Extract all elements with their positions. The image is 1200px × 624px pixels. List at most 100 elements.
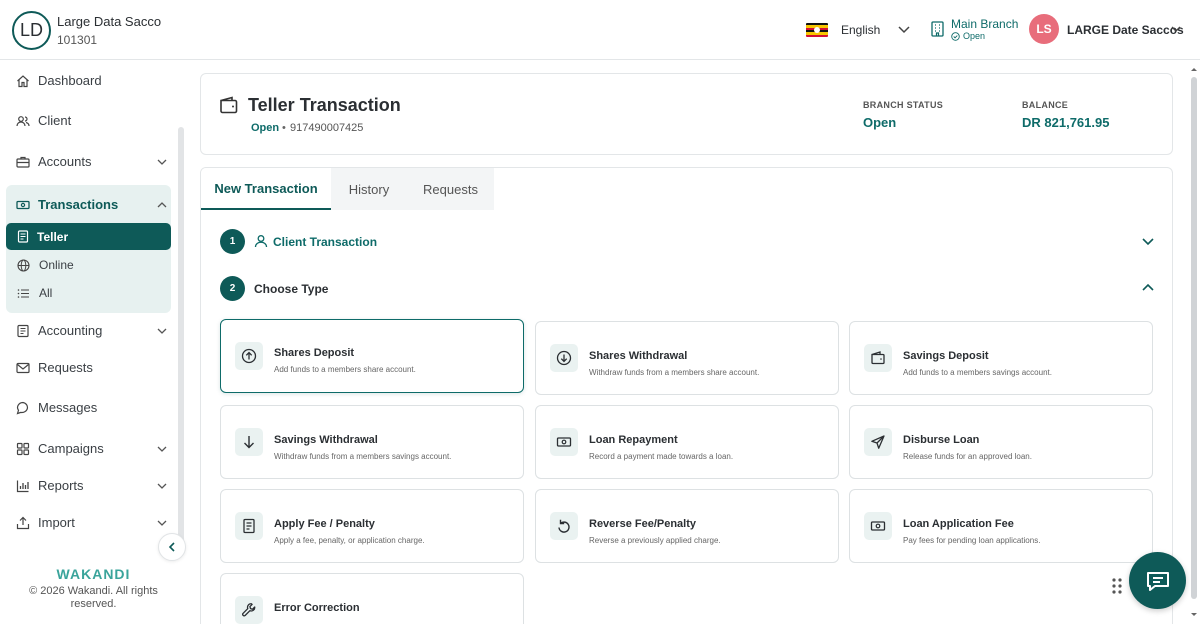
org-name: Large Data Sacco xyxy=(57,14,162,29)
sidebar-item-transactions[interactable]: Transactions xyxy=(16,197,168,212)
step-1-title[interactable]: Client Transaction xyxy=(273,235,377,249)
chevron-down-icon[interactable] xyxy=(897,22,911,36)
briefcase-icon xyxy=(16,155,30,169)
chevron-up-icon xyxy=(156,199,168,211)
type-shares-withdrawal[interactable]: Shares Withdrawal Withdraw funds from a … xyxy=(535,321,839,395)
balance-label: BALANCE xyxy=(1022,100,1069,110)
tile-title: Loan Application Fee xyxy=(903,518,1014,530)
type-disburse-loan[interactable]: Disburse Loan Release funds for an appro… xyxy=(849,405,1153,479)
sidebar-item-client[interactable]: Client xyxy=(16,113,168,128)
sidebar-item-label: Client xyxy=(38,113,72,128)
sidebar-item-label: Accounts xyxy=(38,154,92,169)
chevron-down-icon[interactable] xyxy=(1170,23,1182,35)
sidebar-item-import[interactable]: Import xyxy=(16,515,168,530)
undo-icon xyxy=(550,512,578,540)
branch-selector[interactable]: Main Branch xyxy=(951,17,1018,31)
sidebar-item-reports[interactable]: Reports xyxy=(16,478,168,493)
chevron-down-icon[interactable] xyxy=(1141,234,1155,248)
sidebar-subitem-teller[interactable]: Teller xyxy=(6,223,171,250)
separator-dot: • xyxy=(282,122,286,134)
chevron-down-icon xyxy=(156,156,168,168)
page-title: Teller Transaction xyxy=(248,95,401,115)
balance-value: DR 821,761.95 xyxy=(1022,115,1110,130)
chevron-down-icon xyxy=(156,443,168,455)
check-circle-icon xyxy=(951,31,960,41)
sidebar-scrollbar[interactable] xyxy=(178,127,184,543)
tile-title: Disburse Loan xyxy=(903,434,980,446)
tile-desc: Withdraw funds from a members share acco… xyxy=(589,368,760,377)
sidebar-item-label: Transactions xyxy=(38,197,119,212)
org-code: 101301 xyxy=(57,33,98,47)
tile-title: Apply Fee / Penalty xyxy=(274,518,375,530)
list-icon xyxy=(17,287,30,300)
type-loan-application-fee[interactable]: Loan Application Fee Pay fees for pendin… xyxy=(849,489,1153,563)
top-bar: LD Large Data Sacco 101301 English Main … xyxy=(0,0,1200,60)
tile-desc: Apply a fee, penalty, or application cha… xyxy=(274,536,425,545)
cash-icon xyxy=(550,428,578,456)
tile-desc: Add funds to a members savings account. xyxy=(903,368,1052,377)
sidebar-item-label: Campaigns xyxy=(38,441,104,456)
step-1-number: 1 xyxy=(220,229,245,254)
transaction-card: New Transaction History Requests 1 Clien… xyxy=(200,167,1173,624)
sidebar-collapse-button[interactable] xyxy=(158,533,186,561)
tile-desc: Reverse a previously applied charge. xyxy=(589,536,721,545)
chevron-up-icon[interactable] xyxy=(1141,281,1155,295)
send-icon xyxy=(864,428,892,456)
branch-status-text: Open xyxy=(963,31,986,41)
mail-icon xyxy=(16,361,30,375)
building-icon xyxy=(931,21,944,37)
sidebar-item-label: Messages xyxy=(38,400,98,415)
step-2-number: 2 xyxy=(220,276,245,301)
sidebar-item-label: Dashboard xyxy=(38,73,102,88)
wallet-icon xyxy=(219,96,239,114)
bar-chart-icon xyxy=(16,479,30,493)
sidebar-item-dashboard[interactable]: Dashboard xyxy=(16,73,168,88)
users-icon xyxy=(16,114,30,128)
tile-title: Savings Deposit xyxy=(903,350,989,362)
tile-desc: Release funds for an approved loan. xyxy=(903,452,1032,461)
user-avatar[interactable]: LS xyxy=(1029,14,1059,44)
tab-history[interactable]: History xyxy=(331,168,407,210)
sidebar-item-label: Requests xyxy=(38,360,93,375)
org-avatar[interactable]: LD xyxy=(12,11,51,50)
uganda-flag-icon[interactable] xyxy=(806,23,828,37)
arrow-down-icon xyxy=(235,428,263,456)
sidebar-item-accounts[interactable]: Accounts xyxy=(16,154,168,169)
arrow-up-circle-icon xyxy=(235,342,263,370)
sidebar-item-messages[interactable]: Messages xyxy=(16,400,168,415)
cash-icon xyxy=(864,512,892,540)
chat-button[interactable] xyxy=(1129,552,1186,609)
step-2-title[interactable]: Choose Type xyxy=(254,282,328,296)
sidebar-item-campaigns[interactable]: Campaigns xyxy=(16,441,168,456)
user-icon xyxy=(254,234,268,248)
type-savings-deposit[interactable]: Savings Deposit Add funds to a members s… xyxy=(849,321,1153,395)
tab-requests[interactable]: Requests xyxy=(407,168,494,210)
type-loan-repayment[interactable]: Loan Repayment Record a payment made tow… xyxy=(535,405,839,479)
sidebar-item-accounting[interactable]: Accounting xyxy=(16,323,168,338)
type-savings-withdrawal[interactable]: Savings Withdrawal Withdraw funds from a… xyxy=(220,405,524,479)
chevron-left-icon xyxy=(166,541,178,553)
main-scrollbar[interactable] xyxy=(1188,61,1200,624)
sidebar-item-label: Accounting xyxy=(38,323,103,338)
chat-icon xyxy=(16,401,30,415)
type-reverse-fee-penalty[interactable]: Reverse Fee/Penalty Reverse a previously… xyxy=(535,489,839,563)
copyright-text: © 2026 Wakandi. All rights reserved. xyxy=(29,585,158,610)
ledger-icon xyxy=(16,324,30,338)
language-selector[interactable]: English xyxy=(841,23,880,37)
tile-title: Shares Withdrawal xyxy=(589,350,688,362)
tile-title: Reverse Fee/Penalty xyxy=(589,518,697,530)
branch-status-value: Open xyxy=(863,115,897,130)
home-icon xyxy=(16,74,30,88)
sidebar-subitem-all[interactable]: All xyxy=(17,286,52,300)
receipt-icon xyxy=(235,512,263,540)
sidebar-item-requests[interactable]: Requests xyxy=(16,360,168,375)
drag-handle-icon[interactable] xyxy=(1111,577,1123,595)
sidebar-item-label: Reports xyxy=(38,478,84,493)
type-shares-deposit[interactable]: Shares Deposit Add funds to a members sh… xyxy=(220,319,524,393)
type-apply-fee-penalty[interactable]: Apply Fee / Penalty Apply a fee, penalty… xyxy=(220,489,524,563)
sidebar-subitem-label: All xyxy=(39,286,53,300)
tab-new-transaction[interactable]: New Transaction xyxy=(201,168,331,210)
sidebar-subitem-online[interactable]: Online xyxy=(17,258,74,272)
type-error-correction[interactable]: Error Correction xyxy=(220,573,524,624)
user-menu[interactable]: LARGE Date Saccos xyxy=(1067,23,1184,37)
